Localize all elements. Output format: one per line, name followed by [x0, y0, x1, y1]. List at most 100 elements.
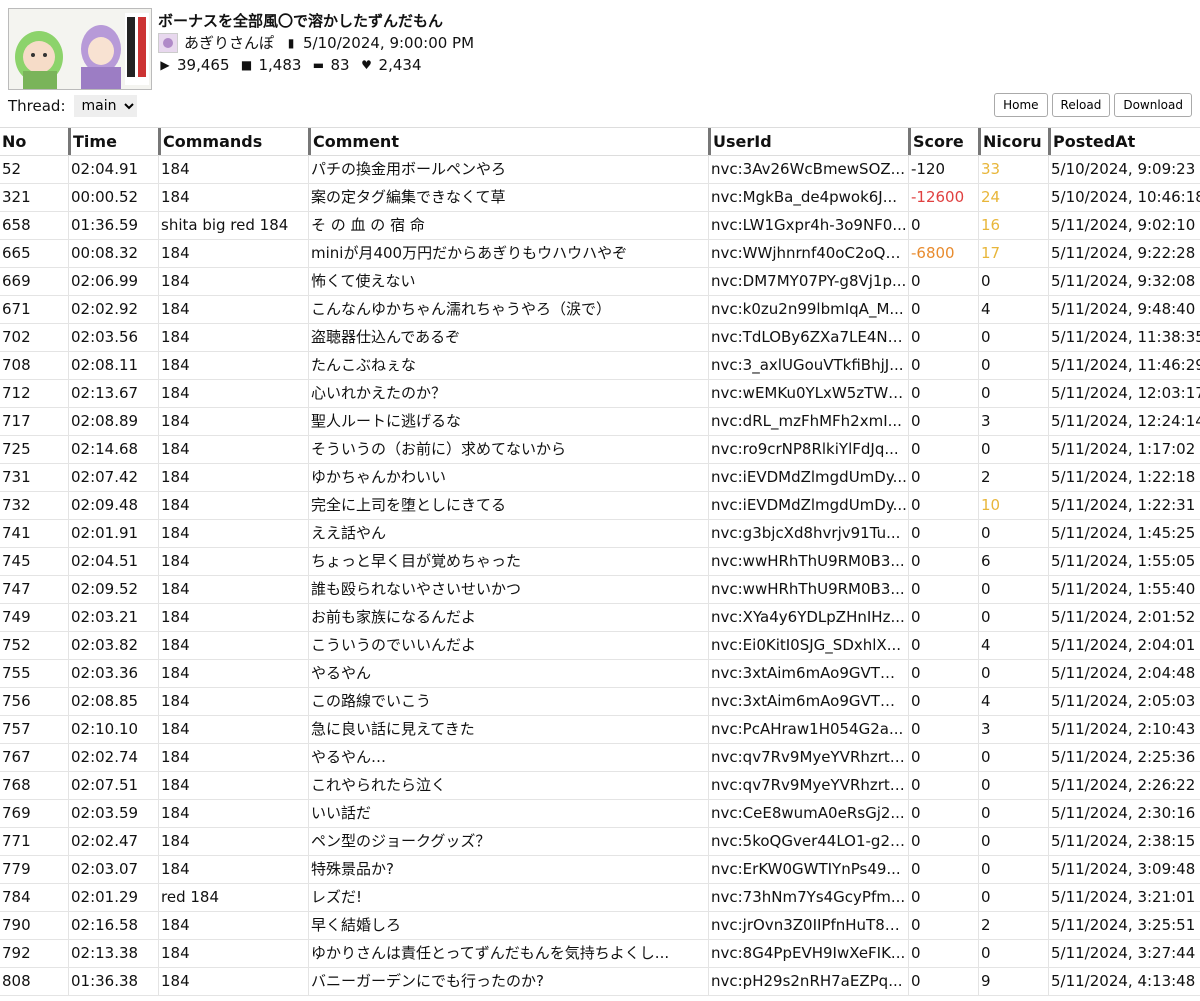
cell-nicoru: 0 — [978, 771, 1048, 799]
table-row[interactable]: 767 02:02.74 184 やるやん… nvc:qv7Rv9MyeYVRhzrtu… — [0, 743, 1200, 772]
cell-nicoru: 0 — [978, 267, 1048, 295]
header-col-userid[interactable]: UserId — [708, 128, 908, 155]
table-row[interactable]: 669 02:06.99 184 怖くて使えない nvc:DM7MY07PY-g8Vj1… — [0, 267, 1200, 296]
cell-commands: 184 — [158, 687, 308, 715]
cell-no: 756 — [2, 692, 31, 710]
table-row[interactable]: 665 00:08.32 184 miniが月400万円だからあぎりもウハウハやぞ nv… — [0, 239, 1200, 268]
cell-comment: たんこぶねぇな — [308, 351, 708, 379]
cell-score: 0 — [908, 603, 978, 631]
header-col-score[interactable]: Score — [908, 128, 978, 155]
cell-userid: nvc:3_axlUGouVTkfiBhjJ... — [708, 351, 908, 379]
table-row[interactable]: 784 02:01.29 red 184 レズだ! nvc:73hNm7Ys4GcyPf… — [0, 883, 1200, 912]
table-row[interactable]: 792 02:13.38 184 ゆかりさんは責任とってずんだもんを気持ちよくし...… — [0, 939, 1200, 968]
header-col-nicoru[interactable]: Nicoru — [978, 128, 1048, 155]
cell-no: 717 — [2, 412, 31, 430]
reload-button[interactable]: Reload — [1051, 93, 1111, 117]
table-row[interactable]: 717 02:08.89 184 聖人ルートに逃げるな nvc:dRL_mzFhMFh2… — [0, 407, 1200, 436]
table-row[interactable]: 732 02:09.48 184 完全に上司を堕としにきてる nvc:iEVDMdZlm… — [0, 491, 1200, 520]
home-button[interactable]: Home — [994, 93, 1048, 117]
cell-time: 02:16.58 — [68, 911, 158, 939]
cell-score: 0 — [908, 799, 978, 827]
cell-no: 808 — [2, 972, 31, 990]
cell-userid: nvc:XYa4y6YDLpZHnIHz... — [708, 603, 908, 631]
table-row[interactable]: 702 02:03.56 184 盗聴器仕込んであるぞ nvc:TdLOBy6ZXa7L… — [0, 323, 1200, 352]
cell-postedat: 5/11/2024, 9:22:28 AM — [1048, 239, 1200, 267]
table-row[interactable]: 768 02:07.51 184 これやられたら泣く nvc:qv7Rv9MyeYVRh… — [0, 771, 1200, 800]
cell-score: 0 — [908, 547, 978, 575]
table-row[interactable]: 771 02:02.47 184 ペン型のジョークグッズ？ nvc:5koQGver44… — [0, 827, 1200, 856]
thread-select[interactable]: main — [73, 95, 137, 117]
cell-score: 0 — [908, 687, 978, 715]
cell-postedat: 5/11/2024, 11:46:29 AM — [1048, 351, 1200, 379]
cell-postedat: 5/11/2024, 1:22:31 PM — [1048, 491, 1200, 519]
header-col-commands[interactable]: Commands — [158, 128, 308, 155]
cell-userid: nvc:g3bjcXd8hvrjv91Tu... — [708, 519, 908, 547]
table-row[interactable]: 52 02:04.91 184 パチの換金用ボールペンやろ nvc:3Av26WcBme… — [0, 155, 1200, 184]
table-row[interactable]: 712 02:13.67 184 心いれかえたのか？ nvc:wEMKu0YLxW5zT… — [0, 379, 1200, 408]
cell-time: 02:03.82 — [68, 631, 158, 659]
table-row[interactable]: 671 02:02.92 184 こんなんゆかちゃん濡れちゃうやろ（涙で） nvc:k0… — [0, 295, 1200, 324]
cell-time: 02:03.07 — [68, 855, 158, 883]
table-row[interactable]: 747 02:09.52 184 誰も殴られないやさいせいかつ nvc:wwHRhThU… — [0, 575, 1200, 604]
cell-time: 02:07.42 — [68, 463, 158, 491]
table-row[interactable]: 779 02:03.07 184 特殊景品か? nvc:ErKW0GWTIYnPs49.… — [0, 855, 1200, 884]
cell-userid: nvc:PcAHraw1H054G2a... — [708, 715, 908, 743]
cell-postedat: 5/11/2024, 2:26:22 PM — [1048, 771, 1200, 799]
cell-postedat: 5/11/2024, 2:30:16 PM — [1048, 799, 1200, 827]
table-row[interactable]: 745 02:04.51 184 ちょっと早く目が覚めちゃった nvc:wwHRhThU… — [0, 547, 1200, 576]
table-row[interactable]: 741 02:01.91 184 ええ話やん nvc:g3bjcXd8hvrjv91Tu… — [0, 519, 1200, 548]
header-col-time[interactable]: Time — [68, 128, 158, 155]
cell-userid: nvc:5koQGver44LO1-g2r... — [708, 827, 908, 855]
table-row[interactable]: 708 02:08.11 184 たんこぶねぇな nvc:3_axlUGouVTkfiB… — [0, 351, 1200, 380]
table-row[interactable]: 769 02:03.59 184 いい話だ nvc:CeE8wumA0eRsGj2...… — [0, 799, 1200, 828]
cell-time: 02:02.92 — [68, 295, 158, 323]
table-row[interactable]: 725 02:14.68 184 そういうの（お前に）求めてないから nvc:ro9cr… — [0, 435, 1200, 464]
cell-time: 02:08.11 — [68, 351, 158, 379]
cell-time: 02:09.48 — [68, 491, 158, 519]
cell-comment: これやられたら泣く — [308, 771, 708, 799]
video-thumbnail[interactable] — [8, 8, 152, 90]
table-row[interactable]: 808 01:36.38 184 バニーガーデンにでも行ったのか? nvc:pH29s2… — [0, 967, 1200, 996]
cell-score: 0 — [908, 491, 978, 519]
table-row[interactable]: 755 02:03.36 184 やるやん nvc:3xtAim6mAo9GVTm...… — [0, 659, 1200, 688]
table-row[interactable]: 731 02:07.42 184 ゆかちゃんかわいい nvc:iEVDMdZlmgdUm… — [0, 463, 1200, 492]
cell-comment: いい話だ — [308, 799, 708, 827]
cell-userid: nvc:LW1Gxpr4h-3o9NF0... — [708, 211, 908, 239]
table-row[interactable]: 790 02:16.58 184 早く結婚しろ nvc:jrOvn3Z0IIPfnHuT… — [0, 911, 1200, 940]
cell-userid: nvc:3Av26WcBmewSOZ... — [708, 155, 908, 183]
cell-score: 0 — [908, 379, 978, 407]
cell-userid: nvc:TdLOBy6ZXa7LE4Nu... — [708, 323, 908, 351]
header-col-no[interactable]: No — [0, 128, 68, 155]
cell-nicoru: 0 — [978, 435, 1048, 463]
cell-time: 01:36.38 — [68, 967, 158, 995]
cell-comment: やるやん… — [308, 743, 708, 771]
cell-no: 732 — [2, 496, 31, 514]
cell-no: 745 — [2, 552, 31, 570]
header-col-postedat[interactable]: PostedAt — [1048, 128, 1200, 155]
folder-icon: ▬ — [312, 58, 325, 72]
mylist-count: 83 — [330, 56, 350, 74]
cell-score: 0 — [908, 323, 978, 351]
table-row[interactable]: 749 02:03.21 184 お前も家族になるんだよ nvc:XYa4y6YDLpZ… — [0, 603, 1200, 632]
cell-time: 01:36.59 — [68, 211, 158, 239]
cell-postedat: 5/11/2024, 9:02:10 AM — [1048, 211, 1200, 239]
table-row[interactable]: 658 01:36.59 shita big red 184 そ の 血 の 宿 命n… — [0, 211, 1200, 240]
cell-comment: miniが月400万円だからあぎりもウハウハやぞ — [308, 239, 708, 267]
table-row[interactable]: 757 02:10.10 184 急に良い話に見えてきた nvc:PcAHraw1H05… — [0, 715, 1200, 744]
cell-postedat: 5/11/2024, 12:03:17 PM — [1048, 379, 1200, 407]
cell-commands: 184 — [158, 491, 308, 519]
cell-nicoru: 3 — [978, 715, 1048, 743]
table-row[interactable]: 752 02:03.82 184 こういうのでいいんだよ nvc:Ei0KitI0SJG… — [0, 631, 1200, 660]
header-col-comment[interactable]: Comment — [308, 128, 708, 155]
author-name[interactable]: あぎりさんぽ — [184, 32, 274, 54]
cell-nicoru: 0 — [978, 351, 1048, 379]
table-row[interactable]: 321 00:00.52 184 案の定タグ編集できなくて草 nvc:MgkBa_de4… — [0, 183, 1200, 212]
cell-nicoru: 16 — [978, 211, 1048, 239]
cell-comment: ええ話やん — [308, 519, 708, 547]
download-button[interactable]: Download — [1114, 93, 1192, 117]
cell-userid: nvc:CeE8wumA0eRsGj2... — [708, 799, 908, 827]
cell-no: 671 — [2, 300, 31, 318]
cell-commands: 184 — [158, 407, 308, 435]
table-row[interactable]: 756 02:08.85 184 この路線でいこう nvc:3xtAim6mAo9GVT… — [0, 687, 1200, 716]
cell-time: 02:03.36 — [68, 659, 158, 687]
